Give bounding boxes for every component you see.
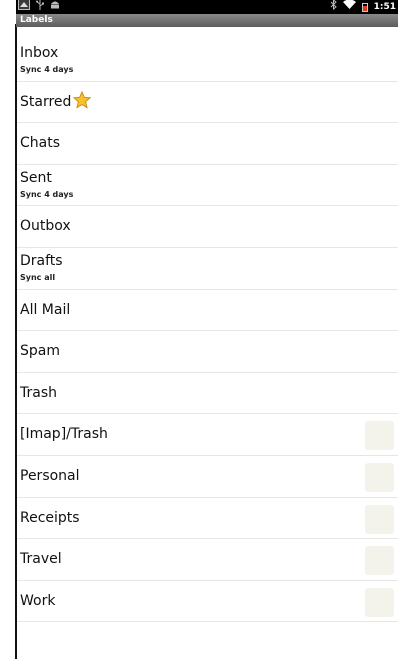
label-item-all-mail[interactable]: All Mail	[17, 290, 398, 332]
label-name: Receipts	[20, 509, 80, 526]
battery-icon[interactable]	[361, 2, 368, 12]
page-title: Labels	[16, 14, 398, 27]
label-name: All Mail	[20, 301, 71, 318]
label-color-swatch	[365, 546, 394, 576]
label-name: Chats	[20, 135, 61, 152]
label-name: [Imap]/Trash	[20, 426, 108, 443]
label-sync-status: Sync 4 days	[20, 65, 74, 74]
label-item-travel[interactable]: Travel	[17, 539, 398, 581]
status-bar-left	[18, 0, 60, 14]
label-name: Personal	[20, 467, 80, 484]
label-name: Inbox	[20, 45, 59, 61]
label-item-work[interactable]: Work	[17, 581, 398, 623]
status-bar: 1:51	[16, 0, 398, 14]
label-color-swatch	[365, 504, 394, 534]
label-item-spam[interactable]: Spam	[17, 331, 398, 373]
label-color-swatch	[365, 587, 394, 617]
label-item-imap-trash[interactable]: [Imap]/Trash	[17, 414, 398, 456]
label-item-outbox[interactable]: Outbox	[17, 206, 398, 248]
label-sync-status: Sync all	[20, 272, 56, 282]
star-icon	[73, 90, 91, 109]
label-item-personal[interactable]: Personal	[17, 456, 398, 498]
label-item-chats[interactable]: Chats	[17, 123, 398, 165]
android-debug-icon[interactable]	[50, 0, 60, 15]
wifi-icon[interactable]	[342, 0, 356, 15]
status-bar-right: 1:51	[330, 0, 396, 14]
clock: 1:51	[373, 2, 396, 12]
usb-icon[interactable]	[36, 0, 44, 15]
label-item-receipts[interactable]: Receipts	[17, 498, 398, 540]
left-edge	[0, 0, 16, 659]
label-item-trash[interactable]: Trash	[17, 373, 398, 415]
label-name: Trash	[20, 384, 57, 401]
label-name: Work	[20, 592, 56, 609]
battery-level	[362, 5, 367, 11]
label-name: Drafts	[20, 252, 63, 269]
label-name: Outbox	[20, 218, 71, 235]
labels-list: Inbox Sync 4 days Starred Chats Sent Sync 4 d…	[17, 40, 398, 623]
label-sync-status: Sync 4 days	[20, 189, 74, 199]
label-color-swatch	[365, 421, 394, 451]
label-item-sent[interactable]: Sent Sync 4 days	[17, 165, 398, 207]
label-name: Sent	[20, 169, 52, 186]
label-item-drafts[interactable]: Drafts Sync all	[17, 248, 398, 290]
bluetooth-icon[interactable]	[330, 0, 337, 15]
label-name: Travel	[20, 551, 62, 568]
screen: 1:51 Labels Inbox Sync 4 days Starred Chats…	[0, 0, 398, 659]
label-name: Starred	[20, 93, 72, 110]
label-name: Spam	[20, 343, 60, 360]
label-item-inbox[interactable]: Inbox Sync 4 days	[17, 40, 398, 82]
label-item-starred[interactable]: Starred	[17, 82, 398, 124]
label-color-swatch	[365, 462, 394, 492]
notification-icon[interactable]	[18, 0, 30, 15]
